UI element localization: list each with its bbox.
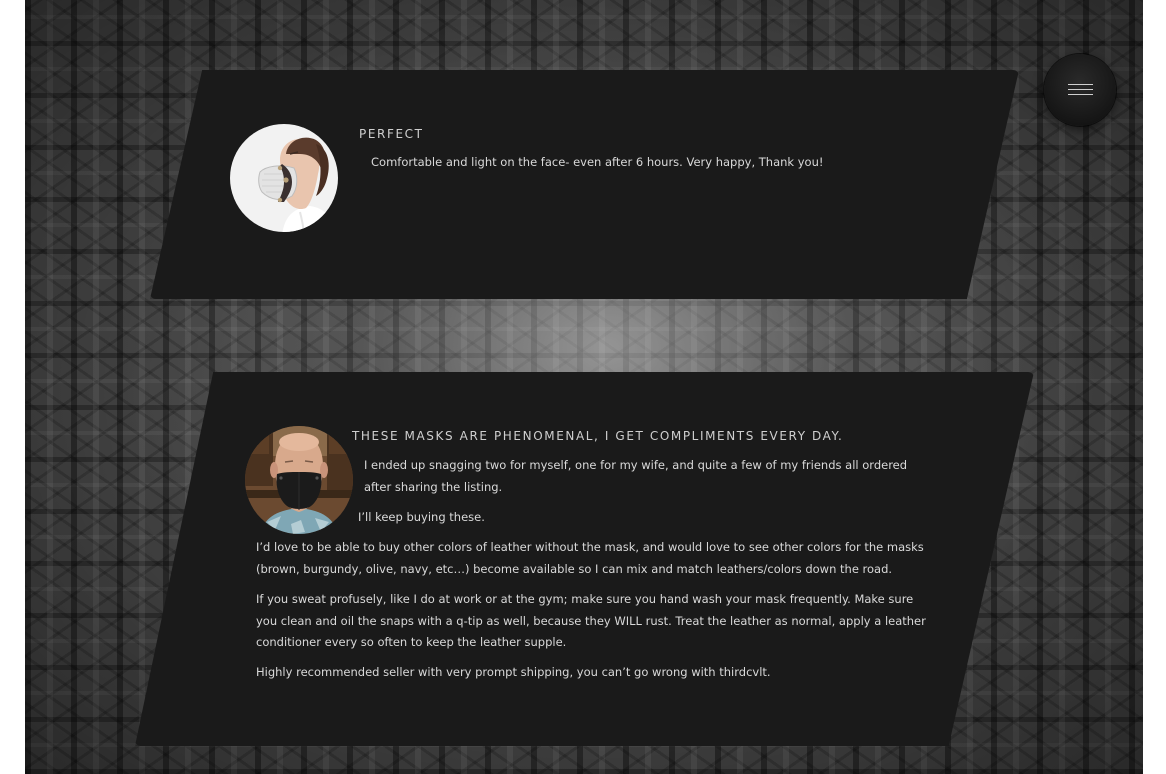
hamburger-menu-icon <box>1068 84 1093 85</box>
testimonial-text: Comfortable and light on the face- even … <box>371 155 824 169</box>
reviewer-photo-woman-in-mask <box>230 124 338 232</box>
hamburger-menu-icon <box>1068 94 1093 95</box>
hamburger-menu-icon <box>1068 89 1093 90</box>
testimonial-title: THESE MASKS ARE PHENOMENAL, I GET COMPLI… <box>352 429 844 443</box>
testimonial-text: I ended up snagging two for myself, one … <box>364 458 908 494</box>
menu-button[interactable] <box>1044 54 1116 126</box>
reviewer-photo-man-in-mask <box>245 426 353 534</box>
testimonial-text: Highly recommended seller with very prom… <box>256 665 771 679</box>
testimonial-text: If you sweat profusely, like I do at wor… <box>256 592 926 649</box>
testimonial-text: I’d love to be able to buy other colors … <box>256 540 924 576</box>
testimonial-card: PERFECT Comfortable and light on the fac… <box>150 70 1019 299</box>
reviewer-avatar <box>230 124 338 232</box>
testimonial-card: THESE MASKS ARE PHENOMENAL, I GET COMPLI… <box>135 372 1034 746</box>
testimonial-text: I’ll keep buying these. <box>358 510 485 524</box>
reviewer-avatar <box>245 426 353 534</box>
testimonial-title: PERFECT <box>359 127 424 141</box>
